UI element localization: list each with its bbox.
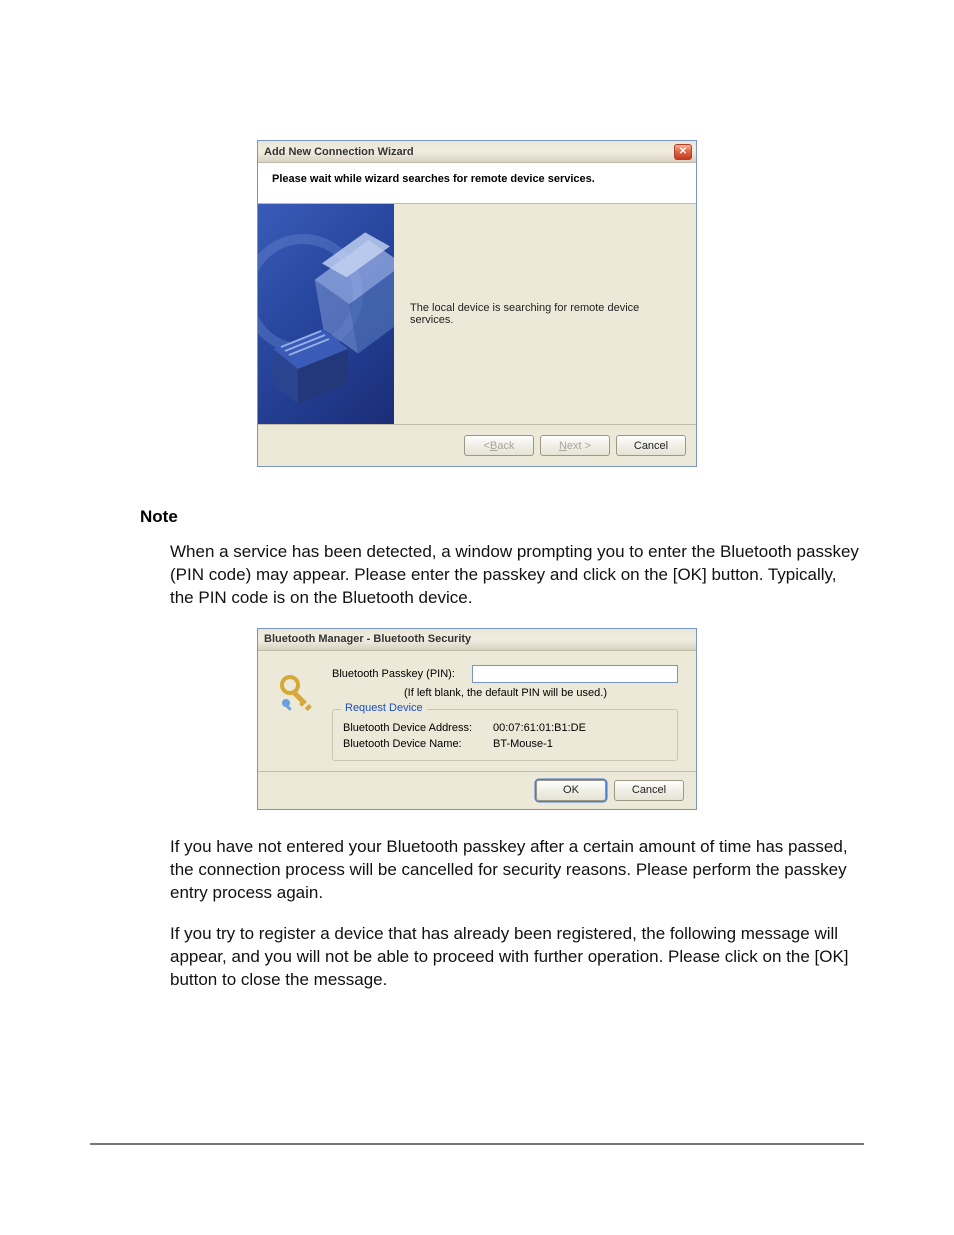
security-footer: OK Cancel [258,771,696,809]
close-icon[interactable]: ✕ [674,144,692,160]
next-button: Next > [540,435,610,456]
wizard-titlebar: Add New Connection Wizard ✕ [258,141,696,163]
wizard-message: The local device is searching for remote… [394,204,696,424]
wizard-subheader: Please wait while wizard searches for re… [258,163,696,204]
request-device-legend: Request Device [341,702,427,714]
ok-button[interactable]: OK [536,780,606,801]
security-title: Bluetooth Manager - Bluetooth Security [264,633,471,645]
wizard-footer: < Back Next > Cancel [258,424,696,466]
wizard-side-image [258,204,394,424]
security-dialog: Bluetooth Manager - Bluetooth Security B… [257,628,697,810]
wizard-title: Add New Connection Wizard [264,146,414,158]
wizard-dialog: Add New Connection Wizard ✕ Please wait … [257,140,697,467]
cancel-button-2[interactable]: Cancel [614,780,684,801]
paragraph-2: If you have not entered your Bluetooth p… [170,836,864,905]
device-address-label: Bluetooth Device Address: [343,722,493,734]
key-icon [276,671,318,713]
security-body: Bluetooth Passkey (PIN): (If left blank,… [258,651,696,771]
horizontal-rule [90,1143,864,1145]
cancel-button[interactable]: Cancel [616,435,686,456]
security-form: Bluetooth Passkey (PIN): (If left blank,… [332,665,678,761]
page: Add New Connection Wizard ✕ Please wait … [0,0,954,1069]
note-heading: Note [140,507,894,527]
request-device-group: Request Device Bluetooth Device Address:… [332,709,678,761]
passkey-hint: (If left blank, the default PIN will be … [404,687,678,699]
wizard-body: The local device is searching for remote… [258,204,696,424]
back-button: < Back [464,435,534,456]
wizard-subheader-text: Please wait while wizard searches for re… [272,173,682,185]
paragraph-1: When a service has been detected, a wind… [170,541,864,610]
passkey-input[interactable] [472,665,678,683]
device-address-value: 00:07:61:01:B1:DE [493,722,586,734]
passkey-label: Bluetooth Passkey (PIN): [332,668,472,680]
device-name-label: Bluetooth Device Name: [343,738,493,750]
paragraph-3: If you try to register a device that has… [170,923,864,992]
device-name-value: BT-Mouse-1 [493,738,553,750]
security-titlebar: Bluetooth Manager - Bluetooth Security [258,629,696,651]
